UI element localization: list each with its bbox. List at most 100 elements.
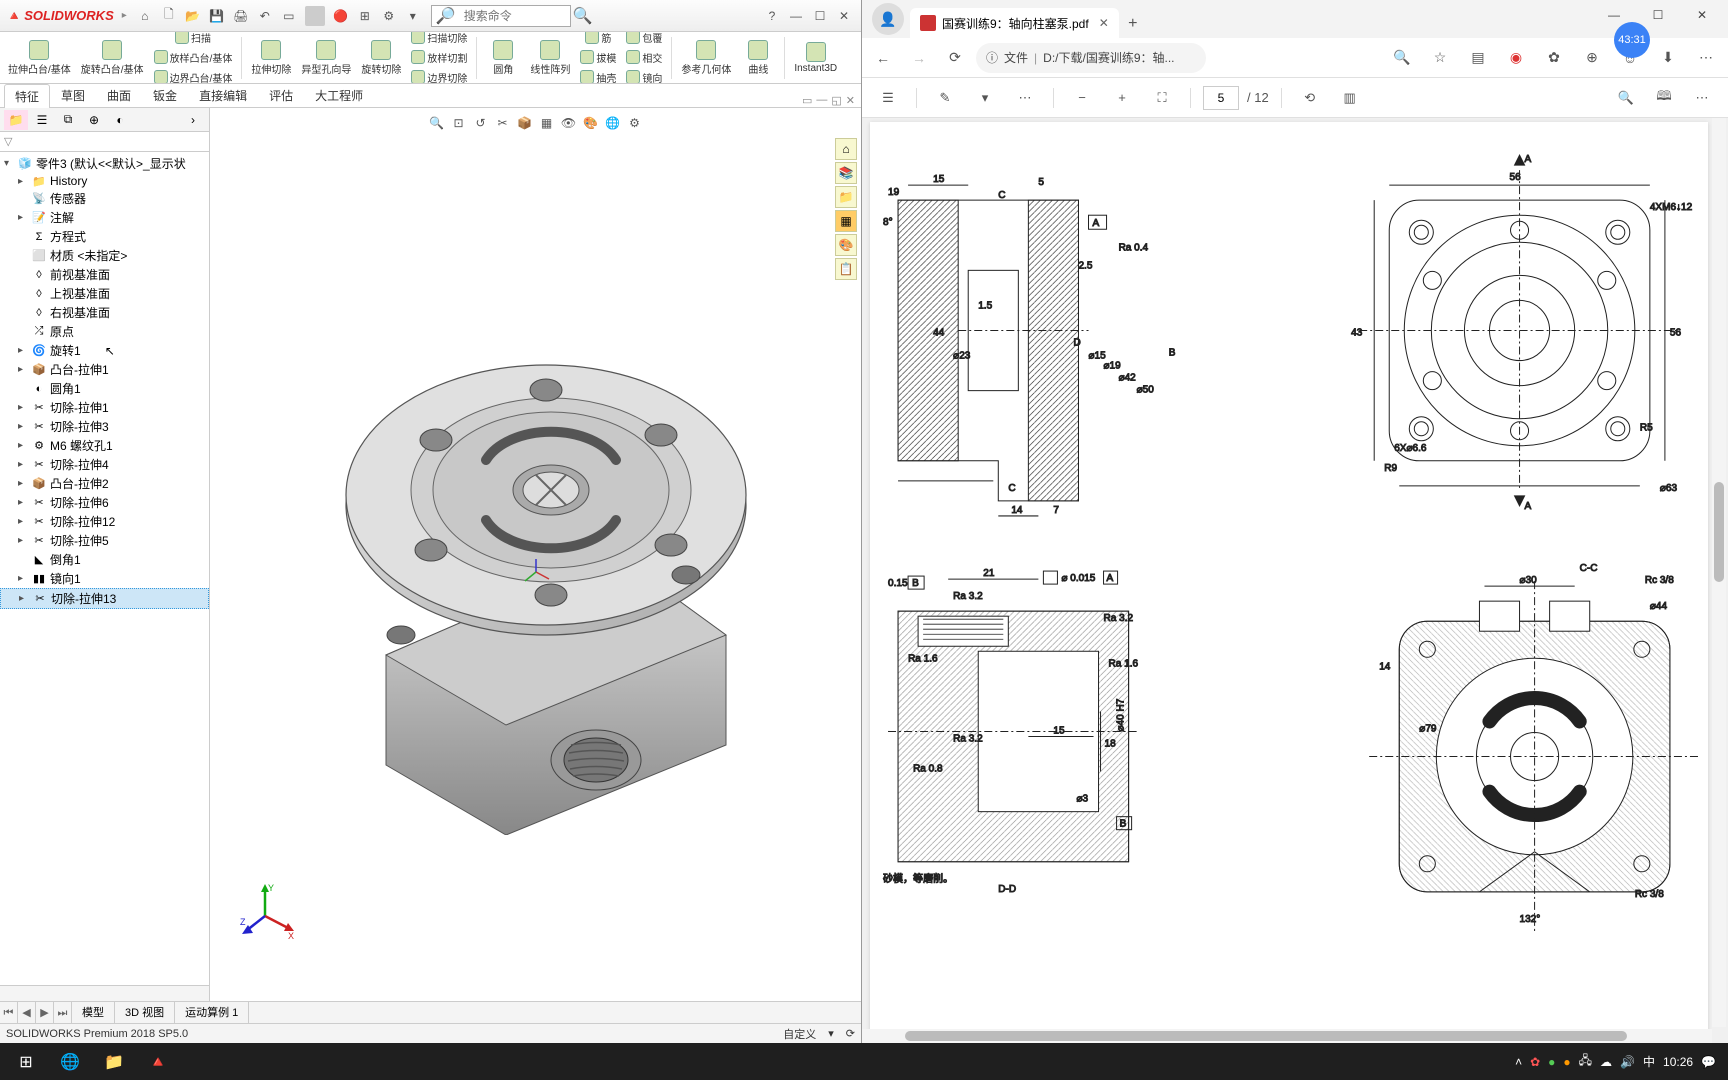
loft-cut-button[interactable]: 放样切割 (407, 48, 471, 67)
tray-network-icon[interactable]: 🖧 (1579, 1051, 1592, 1072)
tree-scrollbar[interactable] (0, 985, 209, 1001)
tree-item[interactable]: Σ方程式 (0, 227, 209, 246)
tab-motion[interactable]: 运动算例 1 (175, 1002, 249, 1023)
rotate-icon[interactable]: ⟲ (1294, 82, 1326, 114)
refresh-button[interactable]: ⟳ (940, 43, 970, 73)
prev-view-icon[interactable]: ↺ (472, 114, 490, 132)
dropdown-icon[interactable]: ▸ (122, 10, 127, 21)
profile-avatar[interactable]: 👤 (872, 3, 904, 35)
tree-tab-more[interactable]: › (181, 110, 205, 130)
extensions-icon[interactable]: ✿ (1538, 42, 1570, 74)
tab-engineer[interactable]: 大工程师 (304, 83, 374, 107)
taskpane-appearance-icon[interactable]: 🎨 (835, 234, 857, 256)
tree-tab-config[interactable]: ⧉ (56, 110, 80, 130)
extension-icon[interactable]: ◉ (1500, 42, 1532, 74)
tray-app-icon[interactable]: ● (1548, 1055, 1555, 1069)
tab-close-icon[interactable]: ✕ (1099, 16, 1109, 30)
tree-item[interactable]: ▸✂切除-拉伸12 (0, 512, 209, 531)
tray-ime[interactable]: 中 (1643, 1053, 1655, 1070)
wrap-button[interactable]: 包覆 (622, 32, 666, 47)
tab-evaluate[interactable]: 评估 (258, 83, 304, 107)
boundary-cut-button[interactable]: 边界切除 (407, 68, 471, 84)
ref-geometry-button[interactable]: 参考几何体 (677, 38, 735, 78)
options-icon[interactable]: ⊞ (355, 6, 375, 26)
search-button[interactable]: 🔍 (571, 6, 595, 26)
tree-item[interactable]: 📡传感器 (0, 189, 209, 208)
save-icon[interactable]: 💾 (207, 6, 227, 26)
pdf-viewport[interactable]: 56 4XM6↓12 43 56 R5 ⌀63 R9 6X⌀6.6 A A (862, 118, 1728, 1043)
tray-clock[interactable]: 10:26 (1663, 1055, 1693, 1069)
collections-icon[interactable]: ⊕ (1576, 42, 1608, 74)
taskbar-edge-icon[interactable]: 🌐 (48, 1043, 92, 1080)
zoom-fit-icon[interactable]: 🔍 (428, 114, 446, 132)
taskpane-home-icon[interactable]: ⌂ (835, 138, 857, 160)
tree-item[interactable]: ◣倒角1 (0, 550, 209, 569)
doc-restore-icon[interactable]: ◱ (831, 94, 841, 107)
help-icon[interactable]: ? (761, 5, 783, 27)
tray-app-icon[interactable]: ✿ (1530, 1055, 1540, 1069)
highlight-icon[interactable]: ▾ (969, 82, 1001, 114)
more-icon[interactable]: ▾ (403, 6, 423, 26)
prev-icon[interactable]: ◀ (18, 1002, 36, 1023)
tray-chevron-icon[interactable]: ˄ (1515, 1055, 1522, 1069)
revolve-cut-button[interactable]: 旋转切除 (357, 38, 405, 78)
doc-window-icon[interactable]: ▭ (802, 94, 812, 107)
pdf-hscrollbar[interactable] (862, 1029, 1712, 1043)
downloads-icon[interactable]: ⬇ (1652, 42, 1684, 74)
close-icon[interactable]: ✕ (833, 5, 855, 27)
tab-direct-edit[interactable]: 直接编辑 (188, 83, 258, 107)
status-dropdown-icon[interactable]: ▾ (828, 1027, 834, 1040)
feature-tree[interactable]: ▾🧊零件3 (默认<<默认>_显示状 ▸📁History 📡传感器 ▸📝注解 Σ… (0, 152, 209, 985)
command-search[interactable]: 🔎 (431, 5, 571, 27)
tree-item[interactable]: ▸📁History (0, 173, 209, 189)
rebuild-icon[interactable]: 🔴 (331, 6, 351, 26)
boundary-boss-button[interactable]: 边界凸台/基体 (150, 68, 237, 84)
rib-button[interactable]: 筋 (576, 32, 620, 47)
new-tab-button[interactable]: + (1119, 10, 1147, 38)
address-bar[interactable]: ⓘ 文件 | D:/下载/国赛训练9：轴... (976, 43, 1206, 73)
taskpane-view-icon[interactable]: ▦ (835, 210, 857, 232)
page-view-icon[interactable]: ▥ (1334, 82, 1366, 114)
start-button[interactable]: ⊞ (4, 1043, 48, 1080)
display-style-icon[interactable]: ▦ (538, 114, 556, 132)
doc-close-icon[interactable]: ✕ (846, 94, 855, 107)
tray-app-icon[interactable]: ● (1563, 1055, 1570, 1069)
page-input[interactable] (1203, 86, 1239, 110)
model-view[interactable] (286, 275, 786, 835)
tree-root[interactable]: ▾🧊零件3 (默认<<默认>_显示状 (0, 154, 209, 173)
tree-item[interactable]: ▸▮▮镜向1 (0, 569, 209, 588)
undo-icon[interactable]: ↶ (255, 6, 275, 26)
tree-item[interactable]: ▸✂切除-拉伸1 (0, 398, 209, 417)
print-icon[interactable]: 🖨 (231, 6, 251, 26)
status-refresh-icon[interactable]: ⟳ (846, 1027, 855, 1040)
taskbar-explorer-icon[interactable]: 📁 (92, 1043, 136, 1080)
tree-item[interactable]: ▸📝注解 (0, 208, 209, 227)
tree-item[interactable]: ◐圆角1 (0, 379, 209, 398)
search-addr-icon[interactable]: 🔍 (1386, 42, 1418, 74)
info-icon[interactable]: ⓘ (986, 49, 998, 66)
linear-pattern-button[interactable]: 线性阵列 (526, 38, 574, 78)
tab-model[interactable]: 模型 (72, 1002, 115, 1023)
gear-icon[interactable]: ⚙ (379, 6, 399, 26)
next-icon[interactable]: ▶ (36, 1002, 54, 1023)
section-view-icon[interactable]: ✂ (494, 114, 512, 132)
hole-wizard-button[interactable]: 异型孔向导 (297, 38, 355, 78)
scene-icon[interactable]: 🌐 (604, 114, 622, 132)
home-icon[interactable]: ⌂ (135, 6, 155, 26)
tree-filter[interactable]: ▽ (0, 132, 209, 152)
tree-item[interactable]: ▸✂切除-拉伸6 (0, 493, 209, 512)
first-icon[interactable]: ⏮ (0, 1002, 18, 1023)
draft-button[interactable]: 拔模 (576, 48, 620, 67)
tab-3dview[interactable]: 3D 视图 (115, 1002, 175, 1023)
sweep-cut-button[interactable]: 扫描切除 (407, 32, 471, 47)
minimize-icon[interactable]: — (785, 5, 807, 27)
tree-tab-feature[interactable]: 📁 (4, 110, 28, 130)
tree-item[interactable]: ⤮原点 (0, 322, 209, 341)
hide-show-icon[interactable]: 👁 (560, 114, 578, 132)
intersect-button[interactable]: 相交 (622, 48, 666, 67)
tree-item[interactable]: ▸⚙M6 螺纹孔1 (0, 436, 209, 455)
tree-tab-property[interactable]: ☰ (30, 110, 54, 130)
contents-icon[interactable]: ☰ (872, 82, 904, 114)
sweep-button[interactable]: 扫描 (150, 32, 237, 47)
pdf-menu-icon[interactable]: ⋯ (1686, 82, 1718, 114)
